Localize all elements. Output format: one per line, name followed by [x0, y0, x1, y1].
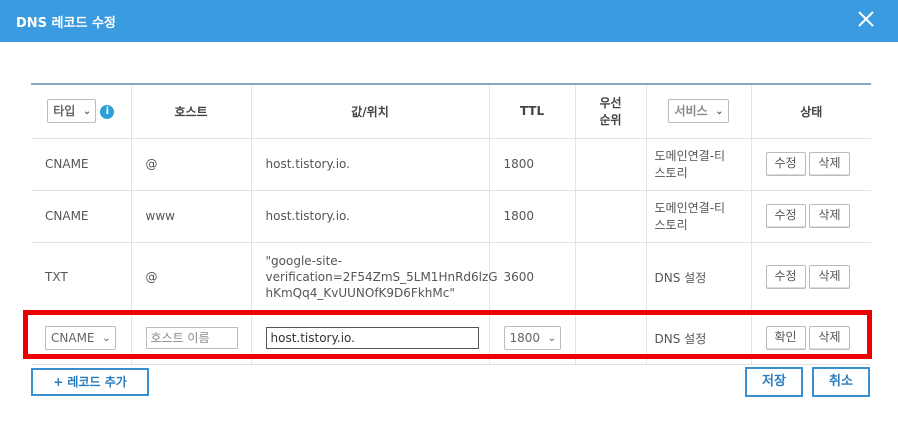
- dialog-title: DNS 레코드 수정: [16, 16, 116, 31]
- save-button[interactable]: 저장: [745, 367, 803, 397]
- row-priority: [574, 138, 646, 191]
- row-type: CNAME: [31, 190, 131, 243]
- service-filter-select[interactable]: 서비스 ⌄: [668, 99, 729, 124]
- row-service: 도메인연결-티 스토리: [645, 138, 751, 191]
- row-value: "google-site-verification=2F54ZmS_5LM1Hn…: [250, 242, 498, 313]
- chevron-down-icon: ⌄: [82, 106, 92, 118]
- delete-button[interactable]: 삭제: [809, 265, 850, 289]
- host-header: 호스트: [130, 83, 251, 139]
- delete-button[interactable]: 삭제: [809, 204, 850, 228]
- service-header: 서비스 ⌄: [645, 83, 751, 139]
- row-actions: 수정 삭제: [750, 138, 871, 191]
- ttl-header: TTL: [488, 83, 575, 139]
- table-row: CNAME www host.tistory.io. 1800 도메인연결-티 스…: [31, 190, 871, 243]
- priority-header: 우선 순위: [574, 83, 646, 139]
- table-header-row: 타입 ⌄ i 호스트 값/위치 TTL 우선 순위 서비스 ⌄ 상태: [31, 83, 871, 139]
- row-service: 도메인연결-티 스토리: [645, 190, 751, 243]
- row-actions: 수정 삭제: [750, 190, 871, 243]
- edit-button[interactable]: 수정: [765, 265, 806, 289]
- row-host: @: [130, 138, 251, 191]
- table-row: CNAME @ host.tistory.io. 1800 도메인연결-티 스토리…: [31, 138, 871, 191]
- row-ttl: 1800: [488, 138, 575, 191]
- dialog-titlebar: DNS 레코드 수정: [0, 0, 898, 42]
- highlight-box: [23, 310, 872, 359]
- row-priority: [574, 242, 646, 313]
- edit-button[interactable]: 수정: [765, 204, 806, 228]
- chevron-down-icon: ⌄: [715, 106, 724, 118]
- edit-button[interactable]: 수정: [765, 152, 806, 176]
- row-value: host.tistory.io.: [250, 190, 489, 243]
- row-service: DNS 설정: [645, 242, 751, 313]
- row-type: CNAME: [31, 138, 131, 191]
- type-header: 타입 ⌄ i: [31, 83, 131, 139]
- close-icon[interactable]: [856, 9, 876, 29]
- row-ttl: 1800: [488, 190, 575, 243]
- row-host: @: [130, 242, 251, 313]
- row-ttl: 3600: [488, 242, 575, 313]
- table-row: TXT @ "google-site-verification=2F54ZmS_…: [31, 242, 871, 313]
- value-header: 값/위치: [250, 83, 489, 139]
- row-type: TXT: [31, 242, 131, 313]
- info-icon[interactable]: i: [100, 104, 115, 119]
- status-header: 상태: [750, 83, 871, 139]
- add-record-button[interactable]: + 레코드 추가: [31, 368, 149, 396]
- row-host: www: [130, 190, 251, 243]
- row-value: host.tistory.io.: [250, 138, 489, 191]
- cancel-button[interactable]: 취소: [812, 367, 870, 397]
- row-priority: [574, 190, 646, 243]
- delete-button[interactable]: 삭제: [809, 152, 850, 176]
- row-actions: 수정 삭제: [750, 242, 871, 313]
- type-filter-select[interactable]: 타입 ⌄: [47, 99, 97, 124]
